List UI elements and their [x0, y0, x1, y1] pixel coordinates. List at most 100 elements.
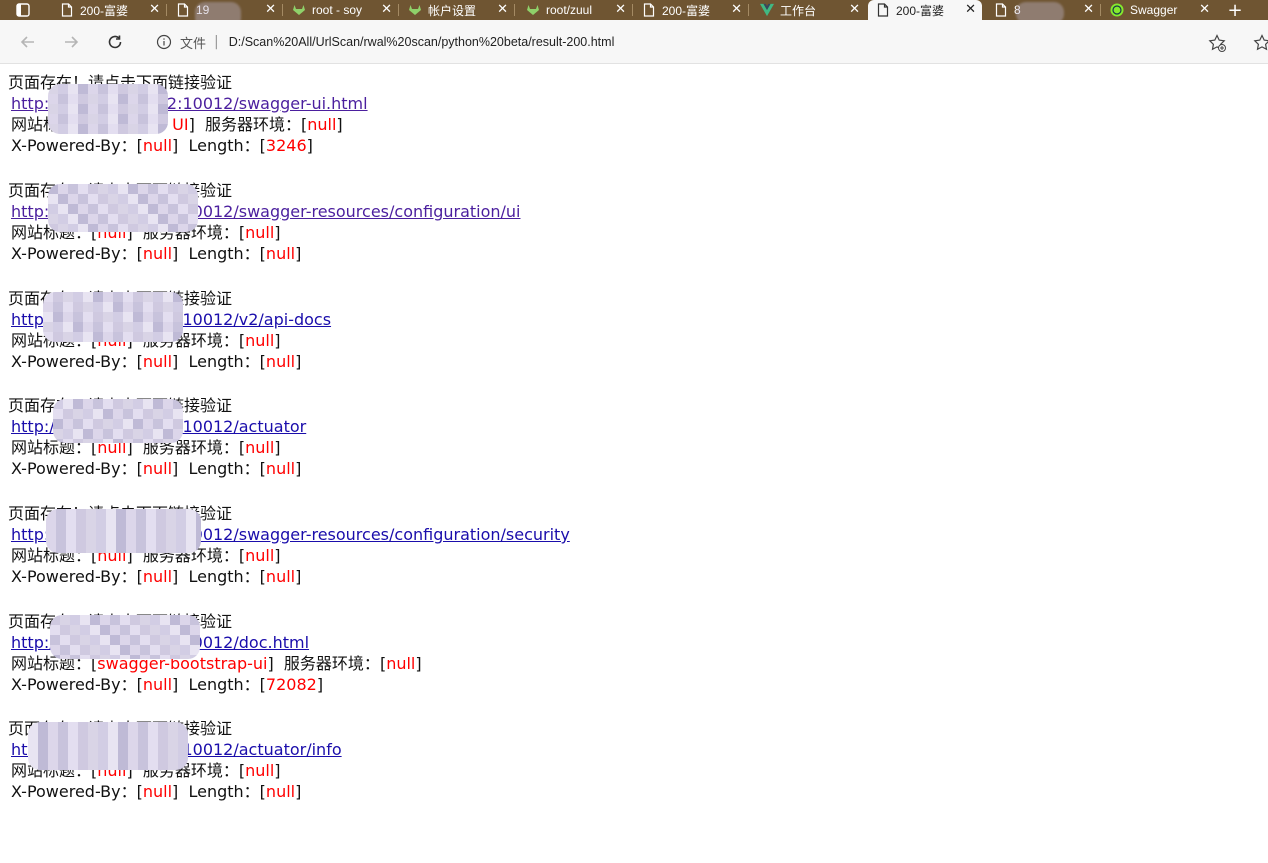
browser-tab[interactable]: Swagger ✕ [1102, 0, 1216, 20]
tab-close-icon[interactable]: ✕ [1199, 2, 1210, 17]
mosaic-cell [68, 194, 78, 204]
mosaic-cell [58, 104, 68, 114]
browser-tab[interactable]: root/zuul ✕ [518, 0, 632, 20]
mosaic-cell [158, 124, 168, 134]
length-label: Length： [188, 352, 260, 371]
mosaic-cell [56, 509, 66, 519]
mosaic-cell [118, 114, 128, 124]
mosaic-cell [93, 429, 103, 439]
forward-button[interactable] [59, 30, 83, 54]
tab-close-icon[interactable]: ✕ [731, 2, 742, 17]
mosaic-cell [158, 224, 168, 232]
browser-tab[interactable]: 帐户设置 ✕ [400, 0, 514, 20]
mosaic-cell [186, 529, 196, 539]
browser-tab[interactable]: 200-富婆 ✕ [634, 0, 748, 20]
mosaic-cell [128, 84, 138, 94]
mosaic-cell [158, 752, 168, 762]
address-bar[interactable]: 文件 | D:/Scan%20All/UrlScan/rwal%20scan/p… [143, 25, 1240, 59]
mosaic-cell [140, 635, 150, 645]
mosaic-cell [133, 439, 143, 443]
back-button[interactable] [16, 30, 40, 54]
tab-actions-icon[interactable] [6, 0, 40, 20]
mosaic-cell [63, 409, 73, 419]
mosaic-cell [150, 635, 160, 645]
mosaic-cell [68, 94, 78, 104]
mosaic-cell [196, 509, 201, 519]
bracket: ] [295, 459, 302, 478]
mosaic-cell [138, 722, 148, 732]
mosaic-cell [173, 439, 183, 443]
mosaic-cell [66, 519, 76, 529]
length-label: Length： [188, 567, 260, 586]
browser-tab[interactable]: root - soy ✕ [284, 0, 398, 20]
document-icon [876, 3, 890, 17]
mosaic-cell [166, 549, 176, 553]
mosaic-cell [96, 509, 106, 519]
mosaic-cell [168, 194, 178, 204]
mosaic-cell [158, 194, 168, 204]
mosaic-cell [103, 302, 113, 312]
mosaic-cell [148, 224, 158, 232]
tab-close-icon[interactable]: ✕ [1083, 2, 1094, 17]
tab-close-icon[interactable]: ✕ [965, 2, 976, 17]
powered-by-label: X-Powered-By： [11, 782, 137, 801]
mosaic-cell [188, 194, 198, 204]
tab-strip: 200-富婆✕19✕root - soy✕帐户设置✕root/zuul✕200-… [0, 0, 1268, 28]
browser-tab[interactable]: 工作台 ✕ [752, 0, 866, 20]
new-tab-button[interactable]: + [1222, 0, 1248, 21]
mosaic-cell [68, 722, 78, 732]
mosaic-cell [113, 439, 123, 443]
browser-tab[interactable]: 200-富婆 ✕ [52, 0, 166, 20]
mosaic-cell [108, 224, 118, 232]
tab-title: 200-富婆 [896, 3, 945, 18]
mosaic-cell [90, 625, 100, 635]
mosaic-cell [126, 519, 136, 529]
tab-close-icon[interactable]: ✕ [149, 2, 160, 17]
mosaic-cell [128, 184, 138, 194]
add-favorite-icon[interactable] [1207, 33, 1227, 53]
tab-close-icon[interactable]: ✕ [497, 2, 508, 17]
mosaic-cell [138, 204, 148, 214]
tab-close-icon[interactable]: ✕ [849, 2, 860, 17]
mosaic-cell [60, 625, 70, 635]
mosaic-cell [80, 625, 90, 635]
mosaic-cell [103, 312, 113, 322]
address-url[interactable]: D:/Scan%20All/UrlScan/rwal%20scan/python… [229, 35, 615, 49]
mosaic-cell [163, 439, 173, 443]
info-icon[interactable] [156, 34, 172, 50]
mosaic-cell [156, 539, 166, 549]
length-value: null [265, 567, 296, 586]
favorites-icon[interactable] [1252, 33, 1268, 53]
mosaic-cell [98, 762, 108, 770]
length-value: 72082 [265, 675, 317, 694]
mosaic-cell [68, 742, 78, 752]
mosaic-cell [126, 539, 136, 549]
mosaic-cell [153, 429, 163, 439]
mosaic-cell [118, 722, 128, 732]
mosaic-cell [196, 519, 201, 529]
vue-icon [760, 3, 774, 17]
mosaic-cell [58, 194, 68, 204]
mosaic-cell [46, 519, 56, 529]
mosaic-cell [68, 752, 78, 762]
server-env-value: null [245, 761, 275, 780]
mosaic-cell [153, 419, 163, 429]
mosaic-cell [68, 224, 78, 232]
mosaic-cell [180, 655, 190, 659]
mosaic-cell [113, 419, 123, 429]
mosaic-cell [176, 549, 186, 553]
refresh-button[interactable] [103, 30, 127, 54]
bracket: ] [295, 352, 302, 371]
mosaic-cell [56, 519, 66, 529]
mosaic-cell [58, 84, 68, 94]
server-env-value: null [245, 546, 275, 565]
mosaic-cell [138, 742, 148, 752]
mosaic-cell [143, 322, 153, 332]
browser-tab[interactable]: 200-富婆 ✕ [868, 0, 982, 20]
tab-close-icon[interactable]: ✕ [265, 2, 276, 17]
mosaic-cell [48, 124, 58, 134]
tab-close-icon[interactable]: ✕ [381, 2, 392, 17]
mosaic-cell [98, 124, 108, 134]
tab-close-icon[interactable]: ✕ [615, 2, 626, 17]
mosaic-cell [116, 539, 126, 549]
